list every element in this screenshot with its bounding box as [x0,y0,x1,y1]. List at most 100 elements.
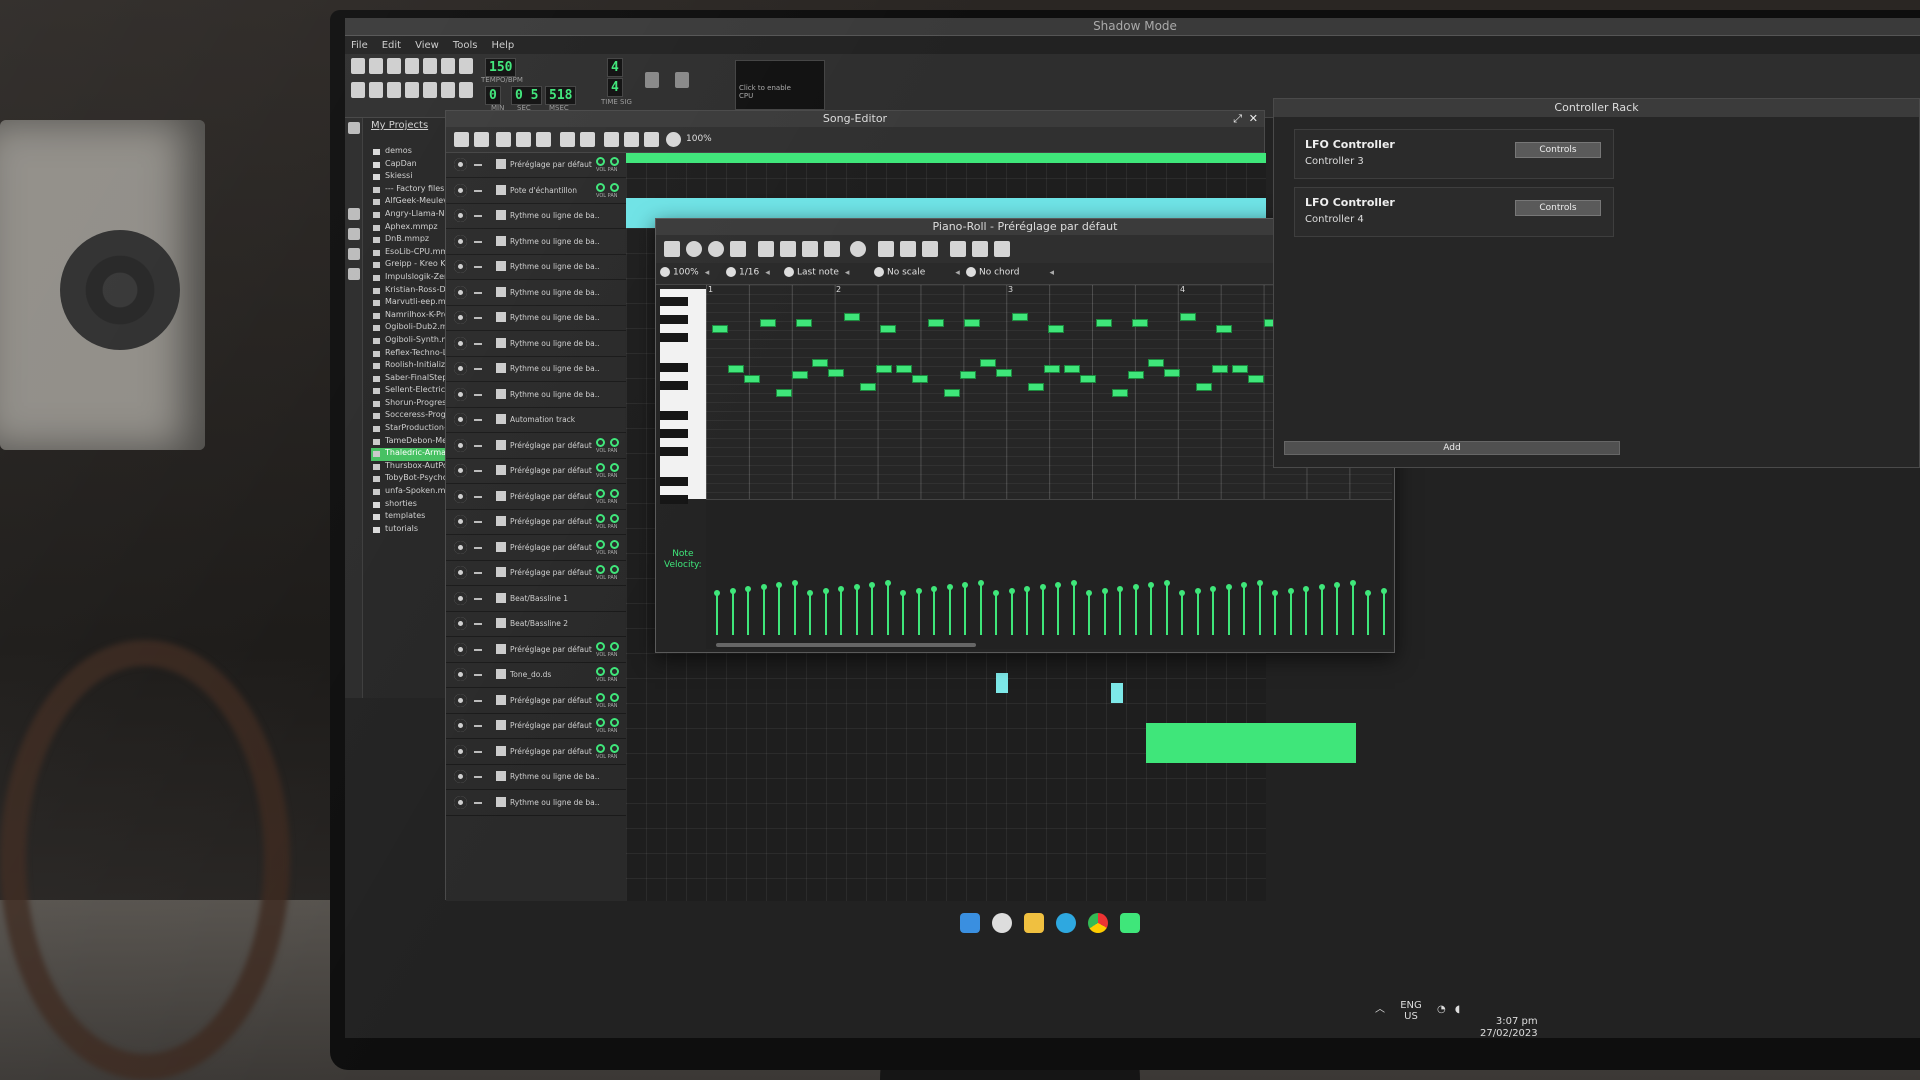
velocity-bar[interactable] [760,584,767,635]
mute-toggle[interactable] [474,419,482,421]
menu-tools[interactable]: Tools [453,40,478,51]
note[interactable] [944,389,960,397]
note[interactable] [1148,359,1164,367]
mute-toggle[interactable] [474,317,482,319]
volume-icon[interactable]: ◖ [1455,1004,1460,1015]
volume-knob[interactable] [596,182,605,192]
black-key[interactable] [660,297,688,306]
track-settings-gear-icon[interactable] [454,336,467,350]
mute-toggle[interactable] [474,444,482,447]
time-sig-top[interactable]: 4 [607,58,623,77]
note[interactable] [1164,369,1180,377]
piano-roll-toggle-icon[interactable] [387,82,401,98]
track-settings-gear-icon[interactable] [454,770,467,783]
volume-knob[interactable] [596,514,605,523]
track-row[interactable]: Préréglage par défaut VOL PAN [446,561,626,586]
velocity-bar[interactable] [977,580,984,635]
black-key[interactable] [660,447,688,456]
velocity-bar[interactable] [1380,588,1387,635]
velocity-bar[interactable] [1132,584,1139,635]
menu-view[interactable]: View [415,40,439,51]
piano-keyboard[interactable] [660,289,706,504]
stop-behaviour-icon[interactable] [994,241,1010,257]
volume-knob[interactable] [596,641,605,651]
pan-knob[interactable] [610,157,619,166]
track-name[interactable]: Automation track [510,415,600,424]
track-settings-gear-icon[interactable] [454,515,467,528]
mute-toggle[interactable] [474,368,482,370]
velocity-bar[interactable] [962,582,968,635]
track-name[interactable]: Rythme ou ligne de ba... [510,390,600,399]
velocity-bar[interactable] [1210,586,1216,635]
track-settings-gear-icon[interactable] [454,566,467,579]
recent-projects-icon[interactable] [387,58,401,74]
track-name[interactable]: Préréglage par défaut [510,441,600,450]
note[interactable] [928,319,944,327]
my-home-tab-icon[interactable] [348,248,360,260]
track-name[interactable]: Pote d'échantillon [510,186,600,195]
new-project-icon[interactable] [351,58,365,74]
track-row[interactable]: Préréglage par défaut VOL PAN [446,638,626,663]
track-settings-gear-icon[interactable] [454,795,467,809]
velocity-bar[interactable] [1070,580,1077,635]
export-tracks-icon[interactable] [441,58,455,74]
track-row[interactable]: Pote d'échantillon VOL PAN [446,179,626,204]
note[interactable] [964,319,980,327]
track-row[interactable]: Préréglage par défaut VOL PAN [446,459,626,484]
velocity-bar[interactable] [1349,580,1356,635]
volume-knob[interactable] [596,437,605,447]
note[interactable] [876,365,892,373]
cpu-meter[interactable]: Click to enable CPU [735,60,825,110]
volume-knob[interactable] [596,718,605,727]
velocity-bar[interactable] [1318,584,1325,635]
add-beat-track-icon[interactable] [496,132,511,147]
track-name[interactable]: Beat/Bassline 2 [510,619,600,628]
pan-knob[interactable] [610,539,619,549]
open-project-icon[interactable] [369,58,383,74]
track-name[interactable]: Rythme ou ligne de ba... [510,262,600,271]
note[interactable] [1096,319,1112,327]
edit-mode-icon[interactable] [580,132,595,147]
loop-points-icon[interactable] [624,132,639,147]
volume-knob[interactable] [596,692,605,702]
track-name[interactable]: Rythme ou ligne de ba... [510,211,600,220]
track-row[interactable]: Rythme ou ligne de ba... [446,281,626,306]
close-icon[interactable]: ✕ [1249,112,1258,125]
velocity-bar[interactable] [1117,586,1123,635]
track-row[interactable]: Rythme ou ligne de ba... [446,791,626,816]
velocity-bar[interactable] [745,586,751,635]
black-key[interactable] [660,495,688,504]
black-key[interactable] [660,411,688,420]
velocity-bar[interactable] [807,590,813,635]
velocity-bar[interactable] [1272,590,1278,635]
note[interactable] [728,365,744,373]
velocity-bar[interactable] [1101,588,1108,635]
quantize-select[interactable]: 1/16 ◂ [726,267,770,278]
track-row[interactable]: Beat/Bassline 2 [446,612,626,637]
track-row[interactable]: Rythme ou ligne de ba... [446,383,626,408]
master-volume-slider-icon[interactable] [645,72,659,88]
velocity-bar[interactable] [1024,586,1030,635]
edge-browser-icon[interactable] [1056,913,1076,933]
velocity-bar[interactable] [884,580,891,635]
track-settings-gear-icon[interactable] [454,617,467,630]
auto-scroll-icon[interactable] [950,241,966,257]
menu-edit[interactable]: Edit [382,40,401,51]
velocity-bar[interactable] [1303,586,1309,635]
volume-knob[interactable] [596,667,605,676]
velocity-editor[interactable] [706,499,1392,649]
mute-toggle[interactable] [474,495,482,498]
wifi-icon[interactable]: ◔ [1437,1004,1446,1015]
note[interactable] [1112,389,1128,397]
controller-rack-toggle-icon[interactable] [441,82,455,98]
track-name[interactable]: Rythme ou ligne de ba... [510,313,600,322]
note-length-select[interactable]: Last note ◂ [784,267,849,278]
timeline-bar[interactable] [626,153,1266,163]
track-name[interactable]: Préréglage par défaut [510,747,600,756]
velocity-bar[interactable] [1055,582,1061,635]
track-name[interactable]: Rythme ou ligne de ba... [510,237,600,246]
velocity-bar[interactable] [1148,582,1154,635]
velocity-bar[interactable] [776,582,782,635]
track-settings-gear-icon[interactable] [454,591,467,605]
track-row[interactable]: Préréglage par défaut VOL PAN [446,714,626,739]
